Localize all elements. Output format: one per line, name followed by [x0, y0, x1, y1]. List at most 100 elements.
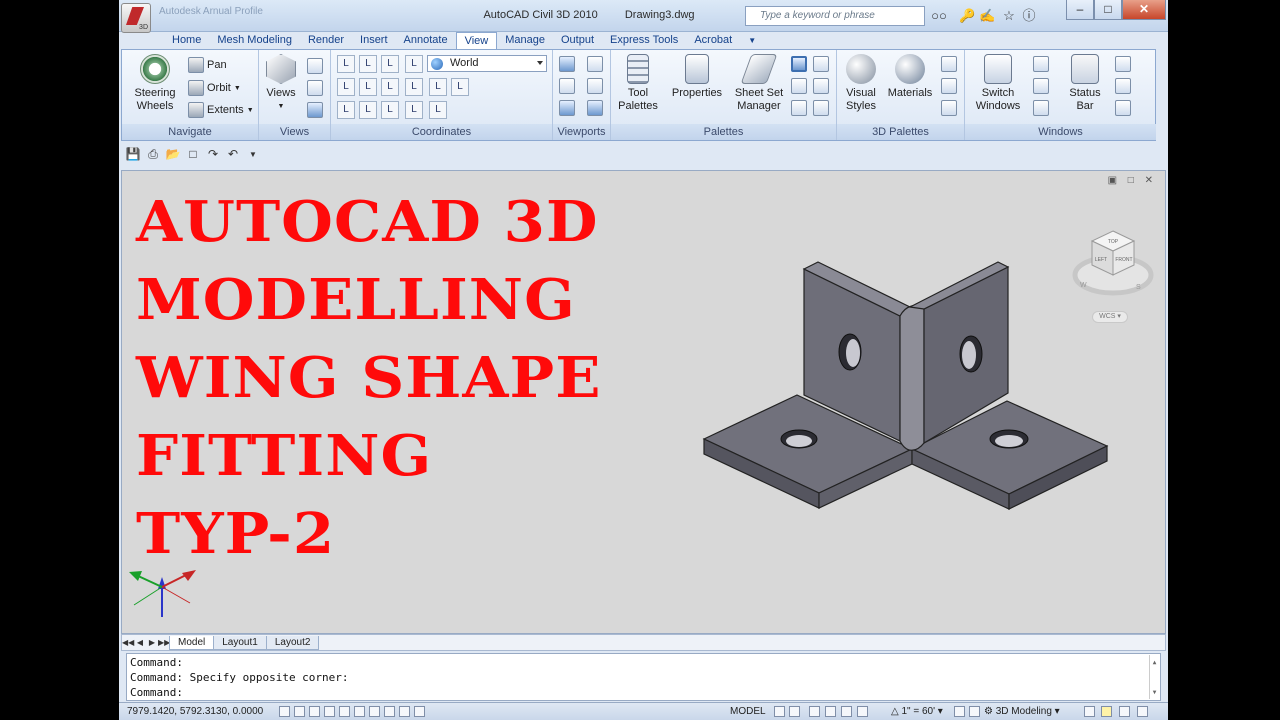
layout-tab-layout2[interactable]: Layout2	[265, 635, 320, 650]
polar-toggle-icon[interactable]	[324, 706, 335, 717]
orbit-button[interactable]: Orbit ▼	[188, 79, 241, 97]
ucs-settings-icon[interactable]: L	[405, 101, 423, 119]
extents-dropdown-icon[interactable]: ▼	[247, 107, 254, 114]
tab-output[interactable]: Output	[553, 32, 602, 50]
named-views-icon[interactable]	[307, 58, 323, 74]
command-window[interactable]: Command: Command: Specify opposite corne…	[126, 653, 1161, 701]
minimize-button[interactable]: –	[1066, 0, 1094, 20]
sun-properties-icon[interactable]	[941, 100, 957, 116]
toolbars-icon[interactable]	[1115, 78, 1131, 94]
quickcalc-icon[interactable]	[791, 78, 807, 94]
annotation-visibility-icon[interactable]	[954, 706, 965, 717]
ucs-y-icon[interactable]: L	[381, 78, 399, 96]
view-manager-icon[interactable]	[307, 80, 323, 96]
maximize-button[interactable]: □	[1094, 0, 1122, 20]
lock-icon[interactable]	[1084, 706, 1095, 717]
sheet-set-manager-button[interactable]: Sheet Set Manager	[731, 54, 787, 113]
clean-screen-icon[interactable]	[1115, 56, 1131, 72]
key-icon[interactable]: 🔑	[959, 8, 975, 24]
dbconnect-icon[interactable]	[813, 78, 829, 94]
otrack-toggle-icon[interactable]	[369, 706, 380, 717]
viewcube-front-label[interactable]: FRONT	[1115, 257, 1132, 263]
views-button[interactable]: Views ▼	[263, 54, 299, 113]
pan-button[interactable]: Pan	[188, 56, 227, 74]
quick-view-layouts-icon[interactable]	[774, 706, 785, 717]
prev-layout-icon[interactable]: ◀	[134, 638, 146, 647]
ucs-face-icon[interactable]: L	[337, 101, 355, 119]
help-search-input[interactable]: Type a keyword or phrase	[745, 6, 925, 26]
layout-tab-model[interactable]: Model	[169, 635, 215, 650]
visual-styles-button[interactable]: Visual Styles	[841, 54, 881, 113]
print-icon[interactable]: ⎙	[145, 147, 161, 162]
switch-windows-button[interactable]: Switch Windows	[969, 54, 1027, 113]
tab-insert[interactable]: Insert	[352, 32, 396, 50]
command-scrollbar[interactable]: ▲ ▼	[1149, 655, 1159, 699]
3dosnap-toggle-icon[interactable]	[354, 706, 365, 717]
zoom-extents-button[interactable]: Extents ▼	[188, 101, 254, 119]
tab-mesh-modeling[interactable]: Mesh Modeling	[209, 32, 300, 50]
zoom-status-icon[interactable]	[825, 706, 836, 717]
steering-wheels-button[interactable]: Steering Wheels	[132, 54, 178, 113]
isolate-objects-icon[interactable]	[1101, 706, 1112, 717]
text-window-icon[interactable]	[1115, 100, 1131, 116]
tab-render[interactable]: Render	[300, 32, 352, 50]
viewport-config-icon[interactable]	[559, 56, 575, 72]
tab-manage[interactable]: Manage	[497, 32, 553, 50]
tab-acrobat[interactable]: Acrobat	[686, 32, 740, 50]
annotation-scale[interactable]: △ 1" = 60' ▾	[891, 706, 943, 717]
calculator-icon[interactable]	[813, 100, 829, 116]
tab-express-tools[interactable]: Express Tools	[602, 32, 686, 50]
tab-view[interactable]: View	[455, 32, 498, 50]
ucs-x-icon[interactable]: L	[359, 78, 377, 96]
status-bar-button[interactable]: Status Bar	[1063, 54, 1107, 113]
ducs-toggle-icon[interactable]	[384, 706, 395, 717]
layout-tab-layout1[interactable]: Layout1	[213, 635, 267, 650]
viewcube-top-label[interactable]: TOP	[1108, 239, 1119, 245]
pan-status-icon[interactable]	[809, 706, 820, 717]
viewport-polygon-icon[interactable]	[587, 100, 603, 116]
ucs-z-icon[interactable]: L	[405, 78, 423, 96]
ucs-previous-icon[interactable]: L	[381, 55, 399, 73]
workspace-switch[interactable]: ⚙ 3D Modeling ▾	[984, 706, 1060, 717]
ortho-toggle-icon[interactable]	[309, 706, 320, 717]
publish-icon[interactable]: □	[185, 147, 201, 161]
snap-toggle-icon[interactable]	[279, 706, 290, 717]
redo-icon[interactable]: ↷	[205, 147, 221, 161]
qat-dropdown-icon[interactable]: ▼	[245, 150, 261, 159]
grid-toggle-icon[interactable]	[294, 706, 305, 717]
viewport-join-icon[interactable]	[587, 78, 603, 94]
save-icon[interactable]: 💾	[125, 147, 141, 161]
cascade-icon[interactable]	[1033, 100, 1049, 116]
command-line-icon[interactable]	[791, 100, 807, 116]
designcenter-icon[interactable]	[791, 56, 807, 72]
orbit-dropdown-icon[interactable]: ▼	[234, 85, 241, 92]
drawing-window-controls[interactable]: ▣ □ ✕	[1108, 175, 1157, 186]
views-dropdown-icon[interactable]: ▼	[263, 100, 299, 113]
ucs-named-select[interactable]: World	[427, 55, 547, 72]
showmotion-status-icon[interactable]	[857, 706, 868, 717]
communication-center-icon[interactable]: ✍	[979, 8, 995, 24]
named-viewports-icon[interactable]	[587, 56, 603, 72]
ucs-3point-icon[interactable]: L	[429, 78, 447, 96]
ucs-origin-icon[interactable]: L	[337, 78, 355, 96]
tab-annotate[interactable]: Annotate	[396, 32, 456, 50]
undo-icon[interactable]: ↶	[225, 147, 241, 161]
ribbon-minimize-icon[interactable]: ▼	[740, 32, 764, 50]
ucs-object-icon[interactable]: L	[451, 78, 469, 96]
tool-palettes-button[interactable]: Tool Palettes	[615, 54, 661, 113]
tab-home[interactable]: Home	[164, 32, 209, 50]
favorites-star-icon[interactable]: ☆	[1001, 8, 1017, 24]
dyn-toggle-icon[interactable]	[399, 706, 410, 717]
ucs-icon-props-icon[interactable]: L	[429, 101, 447, 119]
viewport-clip-icon[interactable]	[559, 78, 575, 94]
quick-view-drawings-icon[interactable]	[789, 706, 800, 717]
osnap-toggle-icon[interactable]	[339, 706, 350, 717]
tile-vertical-icon[interactable]	[1033, 78, 1049, 94]
command-input[interactable]: Command:	[130, 685, 1157, 700]
model-space-toggle[interactable]: MODEL	[730, 706, 766, 717]
steering-status-icon[interactable]	[841, 706, 852, 717]
ucs-icon[interactable]: L	[337, 55, 355, 73]
viewport-new-icon[interactable]	[559, 100, 575, 116]
status-menu-icon[interactable]	[1119, 706, 1130, 717]
3d-box-icon[interactable]	[307, 102, 323, 118]
